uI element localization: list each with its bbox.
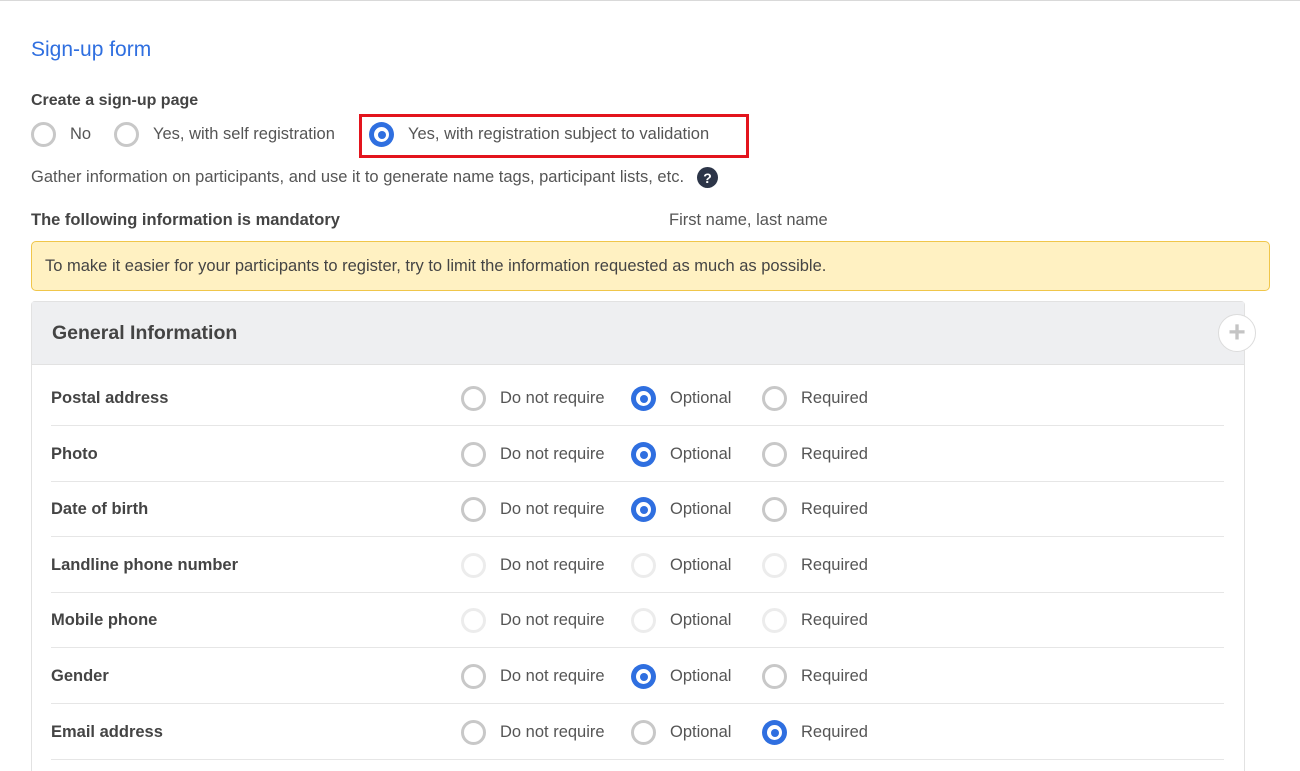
option-required: Required [762, 608, 868, 633]
option-label: Do not require [500, 445, 605, 463]
highlight-annotation-box [359, 114, 749, 158]
radio-icon[interactable] [762, 497, 787, 522]
option-label: Required [801, 667, 868, 685]
field-label: Mobile phone [51, 611, 158, 629]
radio-icon[interactable] [31, 122, 56, 147]
radio-selected-icon[interactable] [631, 386, 656, 411]
option-optional[interactable]: Optional [631, 664, 731, 689]
top-divider [0, 0, 1300, 1]
field-label: Gender [51, 667, 109, 685]
notice-text: To make it easier for your participants … [45, 256, 827, 275]
help-icon[interactable]: ? [697, 167, 719, 188]
option-optional: Optional [631, 553, 731, 578]
option-do-not-require[interactable]: Do not require [461, 386, 605, 411]
option-optional[interactable]: Optional [631, 442, 731, 467]
option-label: Optional [670, 611, 732, 629]
option-label: Optional [670, 723, 732, 741]
option-do-not-require[interactable]: Do not require [461, 442, 605, 467]
radio-icon[interactable] [461, 386, 486, 411]
radio-icon [461, 608, 486, 633]
add-field-button[interactable]: + [1218, 314, 1256, 352]
radio-icon [762, 608, 787, 633]
option-do-not-require[interactable]: Do not require [461, 720, 605, 745]
option-label: Required [801, 445, 868, 463]
option-optional[interactable]: Optional [631, 720, 731, 745]
option-label: Required [801, 723, 868, 741]
gather-info-label: Gather information on participants, and … [31, 168, 685, 186]
signup-option-label: Yes, with self registration [153, 125, 335, 143]
option-label: Do not require [500, 389, 605, 407]
option-label: Do not require [500, 500, 605, 518]
field-label: Email address [51, 723, 163, 741]
radio-icon[interactable] [114, 122, 139, 147]
option-do-not-require[interactable]: Do not require [461, 497, 605, 522]
option-label: Do not require [500, 611, 605, 629]
table-row: Postal address Do not require Optional Requ… [51, 371, 1224, 426]
option-required[interactable]: Required [762, 497, 868, 522]
radio-icon [631, 608, 656, 633]
option-label: Do not require [500, 556, 605, 574]
radio-icon [631, 553, 656, 578]
field-label: Postal address [51, 389, 169, 407]
option-optional[interactable]: Optional [631, 386, 731, 411]
radio-selected-icon[interactable] [762, 720, 787, 745]
option-required: Required [762, 553, 868, 578]
radio-icon[interactable] [762, 386, 787, 411]
radio-selected-icon[interactable] [631, 664, 656, 689]
radio-icon[interactable] [631, 720, 656, 745]
option-required[interactable]: Required [762, 386, 868, 411]
option-label: Optional [670, 389, 732, 407]
field-label: Landline phone number [51, 556, 239, 574]
option-label: Required [801, 611, 868, 629]
option-label: Required [801, 500, 868, 518]
plus-icon: + [1228, 316, 1246, 349]
option-optional[interactable]: Optional [631, 497, 731, 522]
signup-option-self-registration[interactable]: Yes, with self registration [114, 122, 335, 147]
mandatory-info-value: First name, last name [669, 211, 828, 229]
radio-icon[interactable] [762, 442, 787, 467]
radio-icon[interactable] [461, 664, 486, 689]
radio-selected-icon[interactable] [631, 442, 656, 467]
create-signup-label: Create a sign-up page [31, 92, 199, 109]
field-label: Date of birth [51, 500, 149, 518]
signup-option-label: No [70, 125, 92, 143]
radio-icon[interactable] [461, 497, 486, 522]
option-label: Required [801, 389, 868, 407]
option-do-not-require: Do not require [461, 553, 605, 578]
gather-info-text: Gather information on participants, and … [31, 167, 719, 188]
table-row: Mobile phone Do not require Optional Requir… [51, 593, 1224, 648]
radio-icon[interactable] [461, 720, 486, 745]
signup-option-no[interactable]: No [31, 122, 91, 147]
table-row: Landline phone number Do not require Optio… [51, 538, 1224, 593]
info-notice: To make it easier for your participants … [31, 241, 1270, 291]
option-do-not-require[interactable]: Do not require [461, 664, 605, 689]
panel-header: General Information [32, 302, 1244, 365]
radio-selected-icon[interactable] [631, 497, 656, 522]
option-required[interactable]: Required [762, 664, 868, 689]
mandatory-info-label: The following information is mandatory [31, 211, 340, 229]
table-row: Gender Do not require Optional Required [51, 649, 1224, 704]
radio-icon[interactable] [762, 664, 787, 689]
field-label: Photo [51, 445, 98, 463]
option-label: Optional [670, 500, 732, 518]
option-label: Optional [670, 667, 732, 685]
option-do-not-require: Do not require [461, 608, 605, 633]
option-required[interactable]: Required [762, 720, 868, 745]
table-row: Photo Do not require Optional Required [51, 427, 1224, 482]
option-label: Optional [670, 445, 732, 463]
table-row: Date of birth Do not require Optional Requi… [51, 482, 1224, 537]
section-title: Sign-up form [31, 38, 152, 61]
option-required[interactable]: Required [762, 442, 868, 467]
panel-title: General Information [52, 321, 238, 344]
option-label: Do not require [500, 667, 605, 685]
table-row: Email address Do not require Optional Requi… [51, 705, 1224, 760]
option-label: Required [801, 556, 868, 574]
radio-icon[interactable] [461, 442, 486, 467]
radio-icon [762, 553, 787, 578]
option-label: Optional [670, 556, 732, 574]
option-label: Do not require [500, 723, 605, 741]
radio-icon [461, 553, 486, 578]
option-optional: Optional [631, 608, 731, 633]
